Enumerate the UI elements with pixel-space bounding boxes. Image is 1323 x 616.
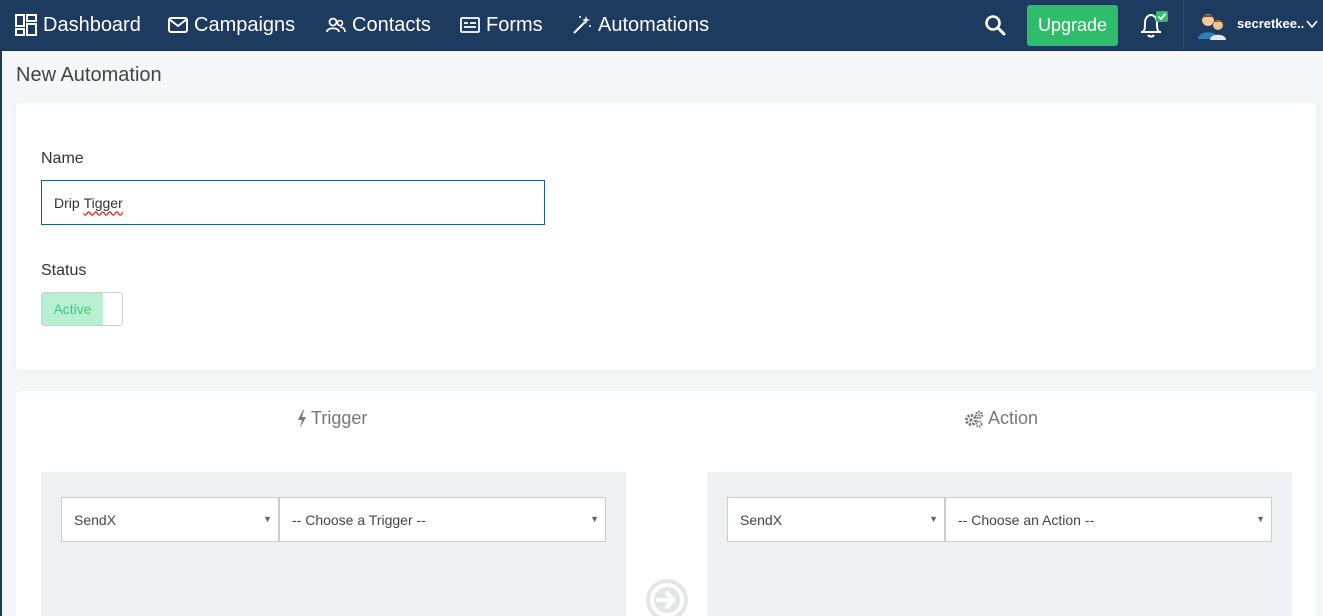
trigger-app-select[interactable]: SendX ▼ — [61, 497, 279, 542]
user-name[interactable]: secretkee... — [1237, 16, 1305, 31]
nav-campaigns-label: Campaigns — [194, 13, 296, 36]
caret-down-icon: ▼ — [1256, 514, 1265, 524]
status-label: Status — [41, 262, 87, 279]
status-toggle[interactable]: Active — [41, 292, 123, 326]
nav-contacts-label: Contacts — [352, 13, 431, 36]
nav-dashboard[interactable]: Dashboard — [15, 0, 141, 50]
automation-details-card — [16, 103, 1316, 370]
action-heading: Action — [964, 408, 1038, 429]
action-app-value: SendX — [740, 511, 783, 528]
action-select[interactable]: -- Choose an Action -- ▼ — [945, 497, 1272, 542]
action-panel — [707, 472, 1292, 616]
left-edge-strip — [0, 51, 2, 616]
trigger-heading-label: Trigger — [311, 408, 368, 428]
dashboard-icon — [15, 14, 37, 36]
trigger-heading: Trigger — [297, 408, 367, 429]
search-icon[interactable] — [983, 13, 1007, 37]
nav-divider — [1183, 0, 1184, 50]
action-select-value: -- Choose an Action -- — [958, 511, 1095, 528]
trigger-select[interactable]: -- Choose a Trigger -- ▼ — [279, 497, 606, 542]
nav-forms[interactable]: Forms — [460, 0, 543, 50]
gears-icon — [965, 410, 984, 427]
nav-automations[interactable]: Automations — [572, 0, 709, 50]
top-navbar: Dashboard Campaigns Contacts Forms Autom… — [0, 0, 1323, 51]
trigger-select-value: -- Choose a Trigger -- — [292, 511, 426, 528]
envelope-icon — [168, 17, 188, 33]
arrow-right-circle-icon — [646, 579, 688, 616]
caret-down-icon: ▼ — [263, 514, 272, 524]
nav-forms-label: Forms — [486, 13, 543, 36]
upgrade-button[interactable]: Upgrade — [1027, 5, 1118, 46]
status-toggle-active: Active — [42, 293, 103, 325]
name-label: Name — [41, 150, 84, 167]
name-input[interactable]: Drip Tigger — [41, 180, 545, 225]
notification-bell-icon[interactable] — [1137, 10, 1169, 40]
page-title: New Automation — [16, 64, 162, 86]
nav-campaigns[interactable]: Campaigns — [168, 0, 295, 50]
name-input-value-part2: Tigger — [83, 194, 123, 211]
trigger-panel — [41, 472, 626, 616]
form-icon — [460, 17, 480, 33]
trigger-app-value: SendX — [74, 511, 117, 528]
name-input-value-part1: Drip — [54, 194, 84, 211]
magic-wand-icon — [573, 16, 591, 34]
caret-down-icon: ▼ — [590, 514, 599, 524]
nav-contacts[interactable]: Contacts — [326, 0, 431, 50]
chevron-down-icon[interactable] — [1306, 18, 1318, 30]
caret-down-icon: ▼ — [929, 514, 938, 524]
users-icon — [326, 17, 346, 33]
action-heading-label: Action — [988, 408, 1039, 428]
action-app-select[interactable]: SendX ▼ — [727, 497, 945, 542]
nav-automations-label: Automations — [598, 13, 710, 36]
avatar[interactable] — [1197, 10, 1227, 40]
nav-dashboard-label: Dashboard — [43, 13, 141, 36]
bolt-icon — [298, 409, 306, 428]
